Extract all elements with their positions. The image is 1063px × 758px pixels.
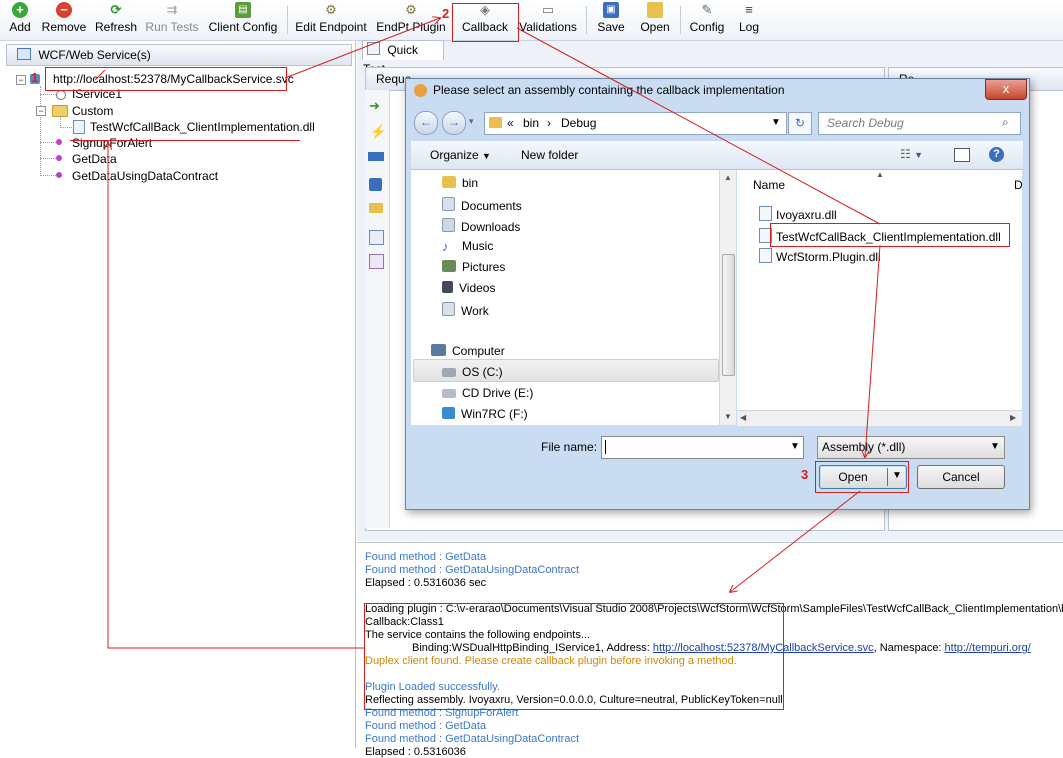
arrow-log-to-tree (108, 143, 364, 649)
annotation-arrows (94, 0, 881, 649)
arrow-tick (94, 69, 106, 81)
arrow-callback-to-dll (516, 27, 881, 225)
arrow-open-to-log (730, 490, 861, 592)
arrow-dll-to-open (865, 244, 881, 457)
arrow-service-to-callback (284, 18, 440, 79)
